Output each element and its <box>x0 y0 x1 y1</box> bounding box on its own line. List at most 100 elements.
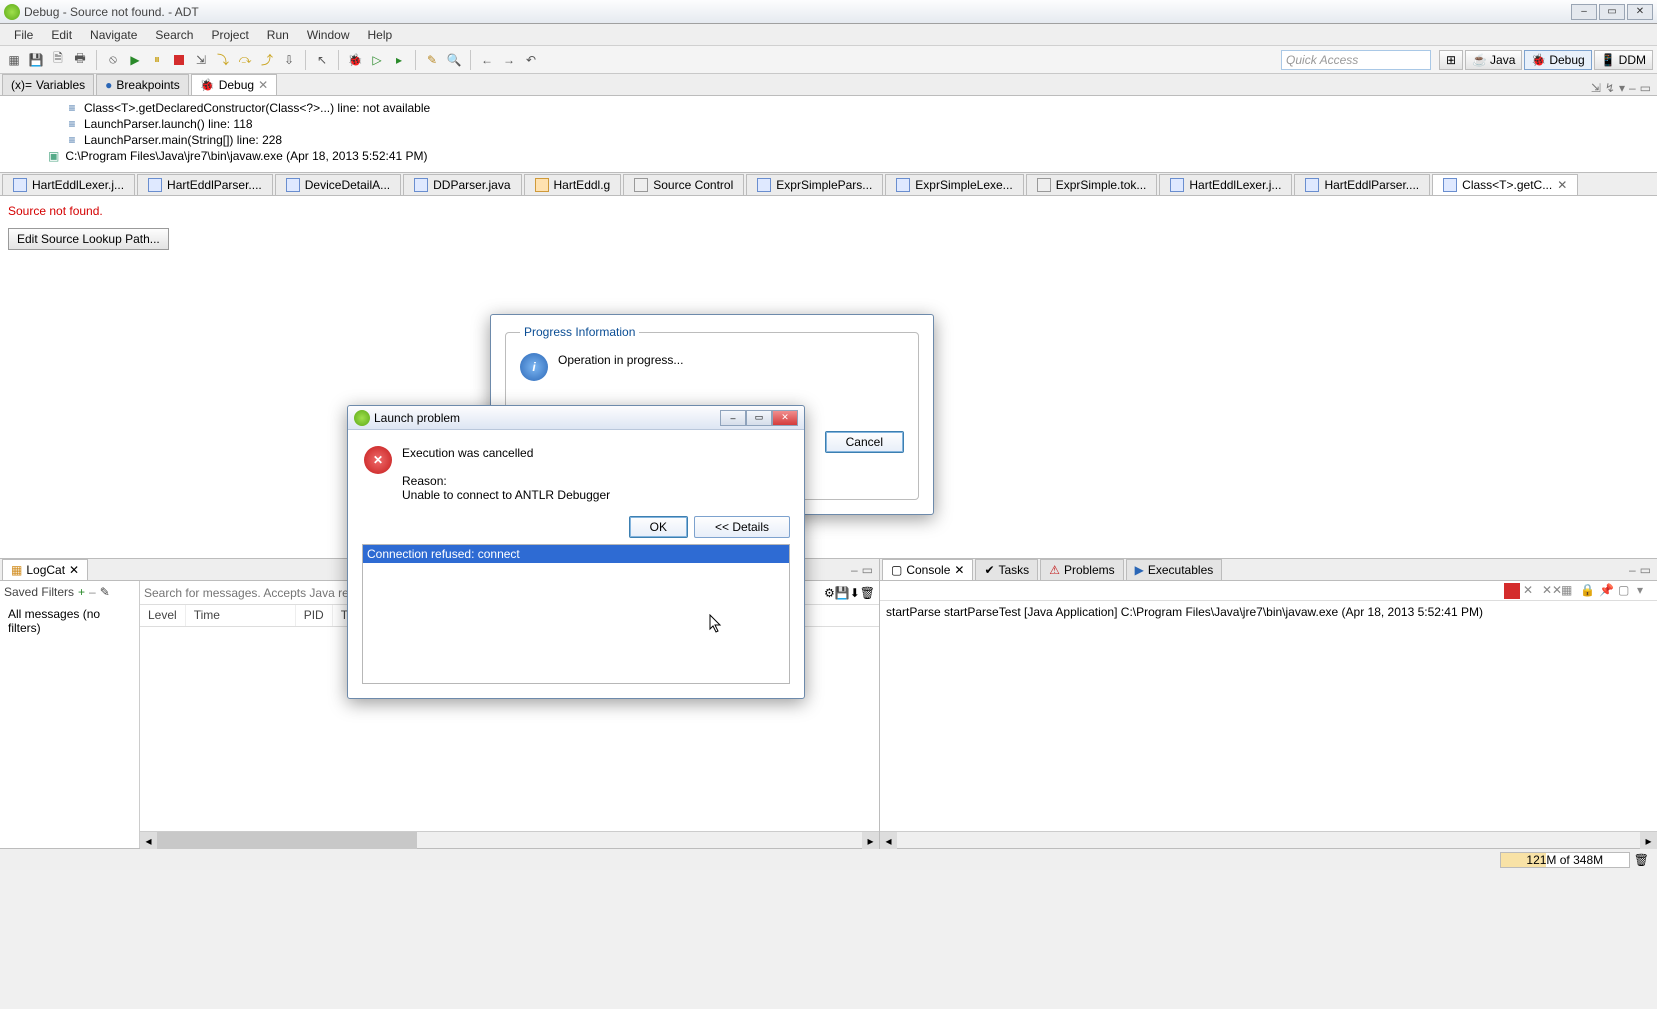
save-all-icon[interactable]: 🗎 <box>48 50 68 70</box>
col-time[interactable]: Time <box>186 605 296 626</box>
gc-icon[interactable]: 🗑 <box>1634 853 1649 867</box>
editor-tab[interactable]: ExprSimple.tok... <box>1026 174 1158 195</box>
perspective-java[interactable]: ☕ Java <box>1465 50 1522 70</box>
maximize-view-icon[interactable]: ▭ <box>1640 81 1651 95</box>
menu-help[interactable]: Help <box>360 26 401 44</box>
link-icon[interactable]: ↯ <box>1605 81 1615 95</box>
save-icon[interactable]: 💾 <box>26 50 46 70</box>
menu-window[interactable]: Window <box>299 26 358 44</box>
open-console-icon[interactable]: ▾ <box>1637 583 1653 599</box>
drop-frame-icon[interactable]: ⇩ <box>279 50 299 70</box>
scroll-left-icon[interactable]: ◂ <box>140 832 157 849</box>
new-icon[interactable]: ▦ <box>4 50 24 70</box>
clear-console-icon[interactable]: ▦ <box>1561 583 1577 599</box>
debug-launch-icon[interactable]: 🐞 <box>345 50 365 70</box>
close-icon[interactable]: ✕ <box>69 563 79 577</box>
nav-last-icon[interactable]: ↶ <box>521 50 541 70</box>
maximize-view-icon[interactable]: ▭ <box>862 563 873 577</box>
remove-filter-icon[interactable]: – <box>89 585 96 599</box>
detail-line[interactable]: Connection refused: connect <box>363 545 789 563</box>
editor-tab[interactable]: ExprSimplePars... <box>746 174 883 195</box>
terminate-icon[interactable] <box>169 50 189 70</box>
minimize-view-icon[interactable]: – <box>851 563 858 577</box>
dialog-titlebar[interactable]: Launch problem – ▭ ✕ <box>348 406 804 430</box>
tab-debug[interactable]: 🐞Debug ✕ <box>191 74 277 95</box>
scroll-right-icon[interactable]: ▸ <box>1640 832 1657 849</box>
collapse-icon[interactable]: ⇲ <box>1591 81 1601 95</box>
editor-tab[interactable]: HartEddlParser.... <box>1294 174 1430 195</box>
verbose-icon[interactable]: ⚙ <box>824 586 835 600</box>
col-level[interactable]: Level <box>140 605 186 626</box>
edit-filter-icon[interactable]: ✎ <box>100 585 110 599</box>
suspend-icon[interactable]: ⏸ <box>147 50 167 70</box>
disconnect-icon[interactable]: ⇲ <box>191 50 211 70</box>
terminate-icon[interactable] <box>1504 583 1520 599</box>
menu-navigate[interactable]: Navigate <box>82 26 145 44</box>
edit-source-lookup-button[interactable]: Edit Source Lookup Path... <box>8 228 169 250</box>
maximize-button[interactable]: ▭ <box>1599 4 1625 20</box>
editor-tab[interactable]: Source Control <box>623 174 744 195</box>
run-launch-icon[interactable]: ▷ <box>367 50 387 70</box>
scroll-left-icon[interactable]: ◂ <box>880 832 897 849</box>
menu-run[interactable]: Run <box>259 26 297 44</box>
stack-frame[interactable]: ≡LaunchParser.launch() line: 118 <box>2 116 1655 132</box>
heap-status[interactable]: 121M of 348M <box>1500 852 1630 868</box>
editor-tab[interactable]: ExprSimpleLexe... <box>885 174 1023 195</box>
tab-executables[interactable]: ▶Executables <box>1126 559 1223 580</box>
close-icon[interactable]: ✕ <box>954 563 964 577</box>
editor-tab[interactable]: HartEddlParser.... <box>137 174 273 195</box>
maximize-view-icon[interactable]: ▭ <box>1640 563 1651 577</box>
editor-tab[interactable]: HartEddlLexer.j... <box>1159 174 1292 195</box>
add-filter-icon[interactable]: + <box>78 585 85 599</box>
scroll-thumb[interactable] <box>157 832 417 849</box>
open-perspective-button[interactable]: ⊞ <box>1439 50 1463 70</box>
col-pid[interactable]: PID <box>296 605 333 626</box>
menu-file[interactable]: File <box>6 26 41 44</box>
clear-log-icon[interactable]: 🗑 <box>860 586 875 600</box>
scroll-lock-icon[interactable]: ⬇ <box>850 586 860 600</box>
search-tb-icon[interactable]: 🔍 <box>444 50 464 70</box>
quick-access-input[interactable]: Quick Access <box>1281 50 1431 70</box>
scroll-right-icon[interactable]: ▸ <box>862 832 879 849</box>
resume-icon[interactable]: ▶ <box>125 50 145 70</box>
h-scrollbar[interactable]: ◂ ▸ <box>140 831 879 848</box>
save-log-icon[interactable]: 💾 <box>835 586 850 600</box>
editor-tab[interactable]: Class<T>.getC... ✕ <box>1432 174 1578 195</box>
cursor-icon[interactable]: ↖ <box>312 50 332 70</box>
menu-edit[interactable]: Edit <box>43 26 80 44</box>
editor-tab[interactable]: HartEddlLexer.j... <box>2 174 135 195</box>
step-into-icon[interactable]: ⤵ <box>213 50 233 70</box>
step-over-icon[interactable]: ⤼ <box>235 50 255 70</box>
minimize-button[interactable]: – <box>1571 4 1597 20</box>
step-return-icon[interactable]: ⤴ <box>257 50 277 70</box>
tab-breakpoints[interactable]: ●Breakpoints <box>96 74 189 95</box>
nav-fwd-icon[interactable]: → <box>499 50 519 70</box>
skip-breakpoints-icon[interactable]: ⦸ <box>103 50 123 70</box>
remove-all-icon[interactable]: ✕✕ <box>1542 583 1558 599</box>
print-icon[interactable]: 🖶 <box>70 50 90 70</box>
tab-variables[interactable]: (x)=Variables <box>2 74 94 95</box>
menu-search[interactable]: Search <box>147 26 201 44</box>
remove-launch-icon[interactable]: ✕ <box>1523 583 1539 599</box>
display-console-icon[interactable]: ▢ <box>1618 583 1634 599</box>
close-button[interactable]: ✕ <box>772 410 798 426</box>
ext-tools-icon[interactable]: ▸ <box>389 50 409 70</box>
tab-logcat[interactable]: ▦LogCat ✕ <box>2 559 88 580</box>
details-button[interactable]: << Details <box>694 516 790 538</box>
minimize-view-icon[interactable]: – <box>1629 81 1636 95</box>
close-icon[interactable]: ✕ <box>1557 178 1567 192</box>
stack-process[interactable]: ▣C:\Program Files\Java\jre7\bin\javaw.ex… <box>2 148 1655 164</box>
menu-icon[interactable]: ▾ <box>1619 81 1625 95</box>
maximize-button[interactable]: ▭ <box>746 410 772 426</box>
open-type-icon[interactable]: ✎ <box>422 50 442 70</box>
menu-project[interactable]: Project <box>203 26 256 44</box>
scroll-lock-icon[interactable]: 🔒 <box>1580 583 1596 599</box>
pin-console-icon[interactable]: 📌 <box>1599 583 1615 599</box>
editor-tab[interactable]: DDParser.java <box>403 174 521 195</box>
cancel-button[interactable]: Cancel <box>825 431 904 453</box>
tab-problems[interactable]: ⚠Problems <box>1040 559 1123 580</box>
stack-frame[interactable]: ≡LaunchParser.main(String[]) line: 228 <box>2 132 1655 148</box>
ok-button[interactable]: OK <box>629 516 688 538</box>
minimize-button[interactable]: – <box>720 410 746 426</box>
nav-back-icon[interactable]: ← <box>477 50 497 70</box>
